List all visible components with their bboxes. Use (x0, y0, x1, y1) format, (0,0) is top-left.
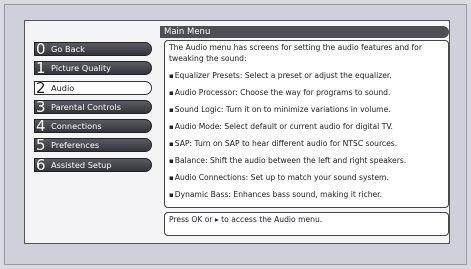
sidebar-nav: 0 Go Back 1 Picture Quality 2 Audio 3 Pa… (34, 40, 152, 177)
sidebar-item-number: 3 (36, 97, 46, 116)
sidebar-item-number: 1 (36, 59, 46, 78)
sidebar-item-parental-controls[interactable]: 3 Parental Controls (34, 97, 152, 116)
sidebar-item-number: 4 (36, 117, 46, 136)
list-item: Equalizer Presets: Select a preset or ad… (169, 70, 444, 82)
hint-text: Press OK or ▸ to access the Audio menu. (169, 215, 323, 224)
list-item: Sound Logic: Turn it on to minimize vari… (169, 104, 444, 116)
sidebar-item-assisted-setup[interactable]: 6 Assisted Setup (34, 155, 152, 174)
sidebar-item-label: Picture Quality (51, 63, 112, 74)
sidebar-item-label: Connections (51, 121, 102, 132)
sidebar-item-label: Parental Controls (51, 101, 121, 112)
list-item: Balance: Shift the audio between the lef… (169, 155, 444, 167)
sidebar-item-label: Assisted Setup (51, 159, 112, 170)
sidebar-item-number: 0 (36, 40, 46, 58)
sidebar-item-label: Audio (51, 82, 75, 93)
feature-list: Equalizer Presets: Select a preset or ad… (169, 70, 444, 201)
sidebar-item-number: 2 (36, 78, 46, 97)
list-item: Audio Mode: Select default or current au… (169, 121, 444, 133)
hint-box: Press OK or ▸ to access the Audio menu. (164, 212, 449, 236)
list-item: Dynamic Bass: Enhances bass sound, makin… (169, 189, 444, 201)
list-item: Audio Connections: Set up to match your … (169, 172, 444, 184)
sidebar-item-label: Go Back (51, 44, 85, 54)
sidebar-item-go-back[interactable]: 0 Go Back (34, 40, 152, 58)
sidebar-item-audio[interactable]: 2 Audio (34, 78, 152, 97)
list-item: Audio Processor: Choose the way for prog… (169, 87, 444, 99)
sidebar-item-label: Preferences (51, 140, 100, 151)
sidebar-item-preferences[interactable]: 5 Preferences (34, 136, 152, 155)
sidebar-item-connections[interactable]: 4 Connections (34, 117, 152, 136)
menu-title: Main Menu (164, 27, 211, 37)
list-item: SAP: Turn on SAP to hear different audio… (169, 138, 444, 150)
sidebar-item-number: 6 (36, 155, 46, 174)
sidebar-item-number: 5 (36, 136, 46, 155)
description-intro: The Audio menu has screens for setting t… (169, 43, 422, 63)
sidebar-item-picture-quality[interactable]: 1 Picture Quality (34, 59, 152, 78)
menu-title-bar: Main Menu (160, 26, 449, 38)
description-panel: The Audio menu has screens for setting t… (164, 40, 449, 208)
